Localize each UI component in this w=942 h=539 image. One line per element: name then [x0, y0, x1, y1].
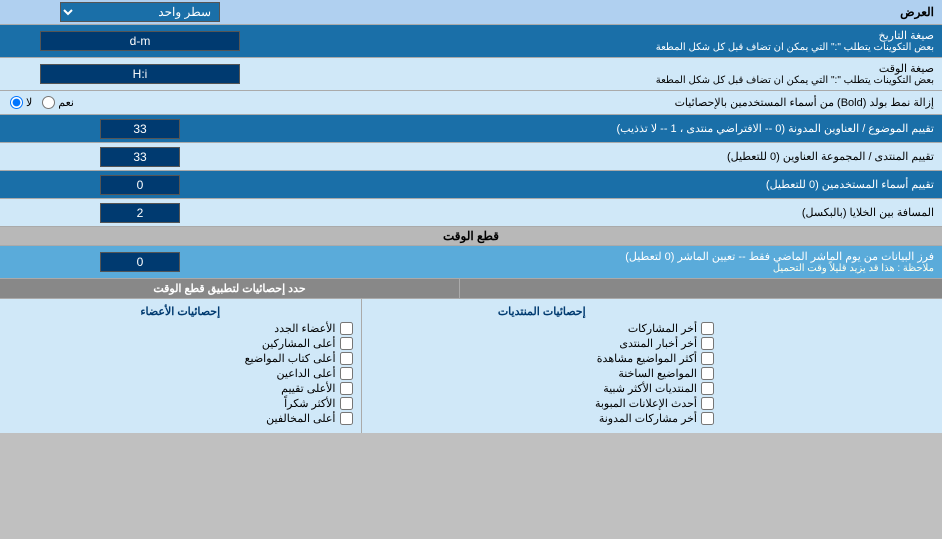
checkbox-item-posts-6: أخر مشاركات المدونة	[370, 412, 715, 425]
checkbox-members-2[interactable]	[340, 352, 353, 365]
user-names-row: تقييم أسماء المستخدمين (0 للتعطيل)	[0, 171, 942, 199]
stats-header-center: حدد إحصائيات لتطبيق قطع الوقت	[0, 279, 460, 298]
bold-yes-item: نعم	[42, 96, 74, 109]
bold-no-item: لا	[10, 96, 32, 109]
date-format-input-container	[0, 29, 280, 53]
cutoff-row: فرز البيانات من يوم الماشر الماضي فقط --…	[0, 246, 942, 279]
bold-yes-label: نعم	[58, 96, 74, 109]
forum-group-row: تقييم المنتدى / المجموعة العناوين (0 للت…	[0, 143, 942, 171]
cutoff-divider: قطع الوقت	[0, 227, 942, 246]
display-row: العرض سطر واحد سطرين ثلاثة أسطر	[0, 0, 942, 25]
date-format-label: صيغة التاريخ بعض التكوينات يتطلب ":" الت…	[280, 25, 942, 57]
topics-order-label: تقييم الموضوع / العناوين المدونة (0 -- ا…	[280, 118, 942, 139]
checkbox-item-members-4: الأعلى تقييم	[8, 382, 353, 395]
checkbox-item-posts-4: المنتديات الأكثر شبية	[370, 382, 715, 395]
cutoff-label: فرز البيانات من يوم الماشر الماضي فقط --…	[280, 246, 942, 278]
bold-names-radio-container: نعم لا	[0, 94, 280, 111]
stats-members-col: إحصائيات الأعضاء الأعضاء الجدد أعلى المش…	[0, 299, 361, 433]
stats-content: إحصائيات المنتديات أخر المشاركات أخر أخب…	[0, 299, 942, 433]
checkbox-item-members-0: الأعضاء الجدد	[8, 322, 353, 335]
bold-no-label: لا	[26, 96, 32, 109]
user-names-input[interactable]	[100, 175, 180, 195]
user-names-input-container	[0, 173, 280, 197]
display-select[interactable]: سطر واحد سطرين ثلاثة أسطر	[60, 2, 220, 22]
cell-distance-input-container	[0, 201, 280, 225]
cell-distance-label: المسافة بين الخلايا (بالبكسل)	[280, 202, 942, 223]
user-names-label: تقييم أسماء المستخدمين (0 للتعطيل)	[280, 174, 942, 195]
forum-group-input[interactable]	[100, 147, 180, 167]
checkbox-members-3-label: أعلى الداعين	[277, 367, 336, 380]
checkbox-item-members-6: أعلى المخالفين	[8, 412, 353, 425]
display-select-container[interactable]: سطر واحد سطرين ثلاثة أسطر	[0, 0, 280, 24]
checkbox-members-5[interactable]	[340, 397, 353, 410]
checkbox-posts-2-label: أكثر المواضيع مشاهدة	[597, 352, 697, 365]
checkbox-members-4[interactable]	[340, 382, 353, 395]
stats-members-title: إحصائيات الأعضاء	[8, 305, 353, 318]
cutoff-input[interactable]	[100, 252, 180, 272]
checkbox-posts-5-label: أحدث الإعلانات المبوبة	[595, 397, 697, 410]
checkbox-item-members-2: أعلى كتاب المواضيع	[8, 352, 353, 365]
checkbox-members-6[interactable]	[340, 412, 353, 425]
stats-posts-title: إحصائيات المنتديات	[370, 305, 715, 318]
forum-group-input-container	[0, 145, 280, 169]
checkbox-posts-4-label: المنتديات الأكثر شبية	[603, 382, 697, 395]
time-format-input-container	[0, 62, 280, 86]
bold-names-label: إزالة نمط بولد (Bold) من أسماء المستخدمي…	[280, 92, 942, 113]
checkbox-members-4-label: الأعلى تقييم	[281, 382, 335, 395]
topics-order-row: تقييم الموضوع / العناوين المدونة (0 -- ا…	[0, 115, 942, 143]
checkbox-posts-3[interactable]	[701, 367, 714, 380]
time-format-input[interactable]	[40, 64, 240, 84]
topics-order-input-container	[0, 117, 280, 141]
cell-distance-row: المسافة بين الخلايا (بالبكسل)	[0, 199, 942, 227]
date-format-input[interactable]	[40, 31, 240, 51]
checkbox-members-2-label: أعلى كتاب المواضيع	[245, 352, 336, 365]
checkbox-posts-1[interactable]	[701, 337, 714, 350]
checkbox-item-members-3: أعلى الداعين	[8, 367, 353, 380]
checkbox-members-5-label: الأكثر شكراً	[284, 397, 335, 410]
checkbox-posts-6-label: أخر مشاركات المدونة	[599, 412, 697, 425]
checkbox-posts-2[interactable]	[701, 352, 714, 365]
checkbox-posts-1-label: أخر أخبار المنتدى	[619, 337, 697, 350]
checkbox-members-3[interactable]	[340, 367, 353, 380]
stats-header-row: حدد إحصائيات لتطبيق قطع الوقت	[0, 279, 942, 299]
bold-yes-radio[interactable]	[42, 96, 55, 109]
checkbox-item-posts-5: أحدث الإعلانات المبوبة	[370, 397, 715, 410]
display-label: العرض	[280, 2, 942, 22]
bold-no-radio[interactable]	[10, 96, 23, 109]
cutoff-input-container	[0, 246, 280, 278]
checkbox-item-posts-0: أخر المشاركات	[370, 322, 715, 335]
checkbox-posts-5[interactable]	[701, 397, 714, 410]
time-format-row: صيغة الوقت بعض التكوينات يتطلب ":" التي …	[0, 58, 942, 91]
checkbox-posts-0[interactable]	[701, 322, 714, 335]
checkbox-members-0[interactable]	[340, 322, 353, 335]
checkbox-item-members-5: الأكثر شكراً	[8, 397, 353, 410]
stats-right-col	[722, 299, 942, 433]
checkbox-item-posts-2: أكثر المواضيع مشاهدة	[370, 352, 715, 365]
checkbox-item-members-1: أعلى المشاركين	[8, 337, 353, 350]
stats-header-right	[460, 279, 942, 298]
forum-group-label: تقييم المنتدى / المجموعة العناوين (0 للت…	[280, 146, 942, 167]
checkbox-posts-3-label: المواضيع الساخنة	[618, 367, 697, 380]
date-format-row: صيغة التاريخ بعض التكوينات يتطلب ":" الت…	[0, 25, 942, 58]
stats-posts-col: إحصائيات المنتديات أخر المشاركات أخر أخب…	[361, 299, 723, 433]
cutoff-title: قطع الوقت	[443, 229, 499, 243]
time-format-label: صيغة الوقت بعض التكوينات يتطلب ":" التي …	[280, 58, 942, 90]
checkbox-members-6-label: أعلى المخالفين	[266, 412, 335, 425]
bold-names-row: إزالة نمط بولد (Bold) من أسماء المستخدمي…	[0, 91, 942, 115]
checkbox-item-posts-3: المواضيع الساخنة	[370, 367, 715, 380]
checkbox-posts-4[interactable]	[701, 382, 714, 395]
checkbox-posts-0-label: أخر المشاركات	[628, 322, 697, 335]
checkbox-posts-6[interactable]	[701, 412, 714, 425]
topics-order-input[interactable]	[100, 119, 180, 139]
checkbox-members-0-label: الأعضاء الجدد	[274, 322, 335, 335]
cell-distance-input[interactable]	[100, 203, 180, 223]
checkbox-members-1-label: أعلى المشاركين	[262, 337, 336, 350]
checkbox-members-1[interactable]	[340, 337, 353, 350]
checkbox-item-posts-1: أخر أخبار المنتدى	[370, 337, 715, 350]
